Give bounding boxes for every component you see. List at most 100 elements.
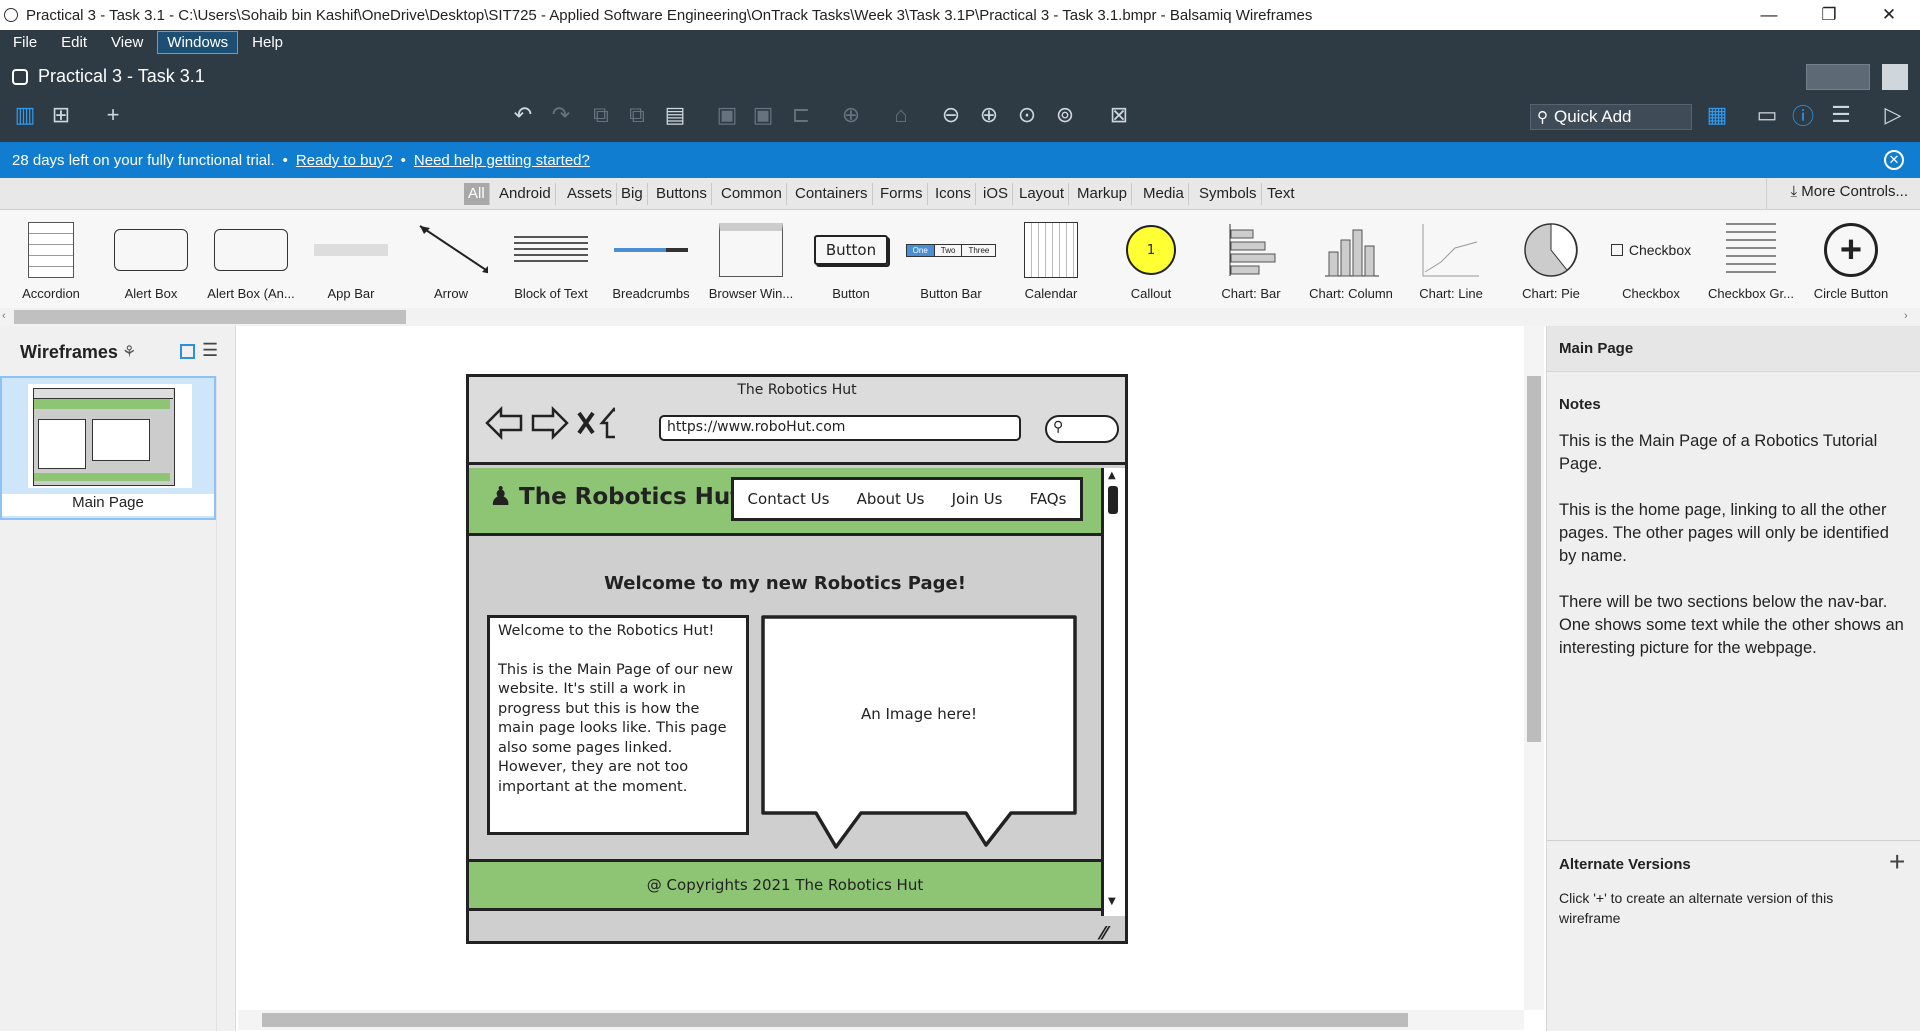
menu-windows[interactable]: Windows [157, 30, 239, 54]
mockup-scroll-down-icon: ▼ [1108, 896, 1116, 907]
list-view-icon[interactable]: ☰ [202, 340, 218, 361]
copy-icon[interactable]: ⧉ [586, 100, 616, 130]
edit-mode-toggle[interactable] [1806, 64, 1870, 90]
library-alert-box[interactable]: Alert Box [102, 210, 200, 308]
notes-text[interactable]: This is the Main Page of a Robotics Tuto… [1559, 430, 1909, 660]
library-label: Circle Button [1813, 286, 1889, 301]
delete-icon[interactable]: ⊠ [1104, 100, 1134, 130]
library-block-of-text[interactable]: Block of Text [502, 210, 600, 308]
ungroup-icon[interactable]: ▣ [748, 100, 778, 130]
library-chart-pie[interactable]: Chart: Pie [1502, 210, 1600, 308]
undo-icon[interactable]: ↶ [508, 100, 538, 130]
group-icon[interactable]: ▣ [712, 100, 742, 130]
canvas-vertical-thumb[interactable] [1527, 376, 1541, 742]
wireframe-links-icon[interactable]: ⚘ [122, 342, 136, 362]
help-link[interactable]: Need help getting started? [414, 152, 590, 169]
mockup-nav-contact[interactable]: Contact Us [748, 490, 830, 508]
category-ios[interactable]: iOS [979, 183, 1014, 205]
restore-button[interactable]: ❐ [1800, 0, 1858, 30]
canvas[interactable]: The Robotics Hut https://www.roboHut.com… [238, 326, 1526, 1031]
library-checkbox-group[interactable]: Checkbox Gr... [1702, 210, 1800, 308]
category-forms[interactable]: Forms [876, 183, 928, 205]
category-buttons[interactable]: Buttons [652, 183, 712, 205]
scroll-right-icon[interactable]: › [1904, 310, 1908, 322]
canvas-horizontal-thumb[interactable] [262, 1013, 1408, 1027]
mockup-scrollbar[interactable]: ▲ ▼ [1101, 468, 1125, 916]
align-icon[interactable]: ⊏ [786, 100, 816, 130]
library-alert-box-android[interactable]: Alert Box (An... [202, 210, 300, 308]
canvas-horizontal-scrollbar[interactable] [238, 1010, 1524, 1030]
speech-bubble-shape [761, 615, 1077, 849]
add-wireframe-icon[interactable]: + [98, 100, 128, 130]
library-button[interactable]: Button Button [802, 210, 900, 308]
duplicate-icon[interactable]: ⧉ [622, 100, 652, 130]
library-breadcrumbs[interactable]: Breadcrumbs [602, 210, 700, 308]
close-banner-icon[interactable]: ✕ [1884, 150, 1904, 170]
zoom-in-icon[interactable]: ⊕ [974, 100, 1004, 130]
thumbnail-view-icon[interactable] [180, 344, 195, 359]
library-scroll-thumb[interactable] [14, 310, 406, 324]
library-chart-bar[interactable]: Chart: Bar [1202, 210, 1300, 308]
menu-help[interactable]: Help [243, 32, 292, 53]
library-chart-column[interactable]: Chart: Column [1302, 210, 1400, 308]
comments-icon[interactable]: ▭ [1752, 100, 1782, 130]
category-symbols[interactable]: Symbols [1195, 183, 1262, 205]
library-button-bar[interactable]: One Two Three Button Bar [902, 210, 1000, 308]
category-assets[interactable]: Assets [563, 183, 618, 205]
zoom-actual-icon[interactable]: ⊙ [1012, 100, 1042, 130]
wireframes-scrollbar[interactable] [216, 376, 234, 1031]
category-containers[interactable]: Containers [791, 183, 873, 205]
presentation-icon[interactable]: ▷ [1878, 100, 1908, 130]
mockup-browser-window[interactable]: The Robotics Hut https://www.roboHut.com… [466, 374, 1128, 944]
add-alternate-icon[interactable]: + [1889, 846, 1905, 878]
redo-icon[interactable]: ↷ [546, 100, 576, 130]
library-arrow[interactable]: Arrow [402, 210, 500, 308]
category-text[interactable]: Text [1263, 183, 1299, 205]
minimize-button[interactable]: — [1740, 0, 1798, 30]
category-markup[interactable]: Markup [1073, 183, 1133, 205]
mockup-scroll-thumb [1108, 486, 1118, 514]
library-browser-window[interactable]: Browser Win... [702, 210, 800, 308]
mockup-browser-title: The Robotics Hut [737, 382, 857, 398]
mockup-url-field[interactable]: https://www.roboHut.com [659, 415, 1021, 441]
category-android[interactable]: Android [495, 183, 556, 205]
menu-edit[interactable]: Edit [52, 32, 96, 53]
paste-icon[interactable]: ▤ [660, 100, 690, 130]
mockup-nav-faqs[interactable]: FAQs [1030, 490, 1067, 508]
mockup-search-field[interactable]: ⚲ [1045, 415, 1119, 443]
library-checkbox[interactable]: Checkbox Checkbox [1602, 210, 1700, 308]
library-chart-line[interactable]: Chart: Line [1402, 210, 1500, 308]
scroll-left-icon[interactable]: ‹ [2, 310, 6, 322]
menu-file[interactable]: File [4, 32, 46, 53]
canvas-vertical-scrollbar[interactable] [1524, 326, 1544, 1010]
mockup-nav-about[interactable]: About Us [857, 490, 925, 508]
lock-icon[interactable]: ⌂ [886, 100, 916, 130]
notes-icon[interactable]: ☰ [1826, 100, 1856, 130]
library-calendar[interactable]: Calendar [1002, 210, 1100, 308]
zoom-out-icon[interactable]: ⊖ [936, 100, 966, 130]
category-all[interactable]: All [464, 183, 490, 205]
category-media[interactable]: Media [1139, 183, 1189, 205]
category-big[interactable]: Big [617, 183, 648, 205]
wireframe-main-page-item[interactable]: Main Page [0, 376, 216, 520]
category-common[interactable]: Common [717, 183, 787, 205]
mockup-nav-join[interactable]: Join Us [952, 490, 1003, 508]
library-callout[interactable]: 1 Callout [1102, 210, 1200, 308]
library-circle-button[interactable]: + Circle Button [1802, 210, 1900, 308]
arrange-icon[interactable]: ⊕ [836, 100, 866, 130]
ready-to-buy-link[interactable]: Ready to buy? [296, 152, 393, 169]
user-avatar[interactable] [1882, 64, 1908, 90]
close-window-button[interactable]: ✕ [1860, 0, 1918, 30]
library-app-bar[interactable]: App Bar [302, 210, 400, 308]
library-accordion[interactable]: Accordion [2, 210, 100, 308]
more-controls-button[interactable]: ⤓ More Controls... [1790, 183, 1908, 200]
category-layout[interactable]: Layout [1015, 183, 1070, 205]
zoom-fit-icon[interactable]: ⊚ [1050, 100, 1080, 130]
info-icon[interactable]: ⓘ [1788, 100, 1818, 130]
category-icons[interactable]: Icons [931, 183, 976, 205]
grid-view-icon[interactable]: ⊞ [46, 100, 76, 130]
ui-library-icon[interactable]: ▦ [1702, 100, 1732, 130]
quick-add-input[interactable]: ⚲ Quick Add [1530, 104, 1692, 130]
menu-view[interactable]: View [102, 32, 152, 53]
single-view-icon[interactable]: ▥ [10, 100, 40, 130]
